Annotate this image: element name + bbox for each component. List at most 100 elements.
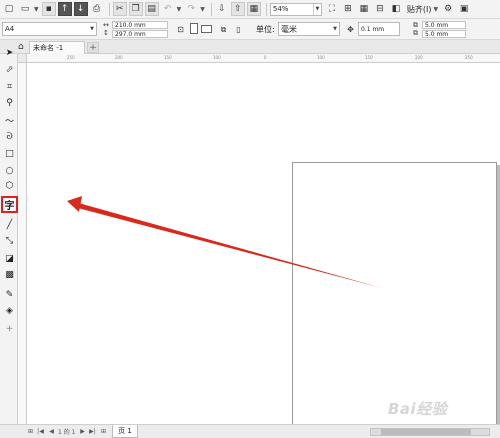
- snap-icon[interactable]: ◧: [389, 2, 403, 16]
- show-grid-icon[interactable]: ▦: [357, 2, 371, 16]
- add-page-before-icon[interactable]: ⊞: [26, 427, 35, 436]
- options-gear-icon[interactable]: ⚙: [441, 2, 455, 16]
- new-tab-plus-icon[interactable]: +: [87, 42, 99, 53]
- document-page[interactable]: [292, 162, 497, 438]
- chevron-down-icon: ▼: [312, 3, 321, 15]
- ruler-tick-label: 250: [67, 55, 75, 60]
- save-icon[interactable]: ▪: [41, 2, 56, 16]
- ruler-tick-label: 200: [415, 55, 423, 60]
- parallel-dimension-tool-icon[interactable]: ╱: [3, 218, 16, 231]
- application-launcher-icon[interactable]: ▣: [457, 2, 471, 16]
- print-icon[interactable]: ⎙: [90, 2, 104, 16]
- artistic-media-tool-icon[interactable]: ᘐ: [3, 130, 16, 143]
- all-pages-icon[interactable]: ⧉: [218, 24, 229, 35]
- ruler-tick-label: 200: [115, 55, 123, 60]
- horizontal-scrollbar[interactable]: [370, 428, 490, 436]
- full-screen-icon[interactable]: ⛶: [325, 2, 339, 16]
- rectangle-tool-icon[interactable]: □: [3, 147, 16, 160]
- show-guidelines-icon[interactable]: ⊟: [373, 2, 387, 16]
- ellipse-tool-icon[interactable]: ○: [3, 164, 16, 177]
- ruler-tick-label: 150: [164, 55, 172, 60]
- next-page-icon[interactable]: ▶: [78, 427, 87, 436]
- first-page-icon[interactable]: |◀: [36, 427, 45, 436]
- toolbox: ➤ ⬀ ⌗ ⚲ 〜 ᘐ □ ○ ⬡ 字 ╱ ⤡ ◪ ▩ ✎ ◈ +: [0, 48, 18, 424]
- document-tab-bar: ⌂ 未命名 -1 +: [0, 40, 500, 54]
- zoom-level-value: 54%: [272, 5, 289, 13]
- shape-tool-icon[interactable]: ⬀: [3, 63, 16, 76]
- units-select[interactable]: 毫米 ▼: [278, 22, 340, 36]
- undo-icon[interactable]: ↶: [161, 2, 175, 16]
- cloud-download-icon[interactable]: ↓: [73, 2, 88, 16]
- interactive-fill-tool-icon[interactable]: ◈: [3, 304, 16, 317]
- units-label: 单位:: [256, 25, 275, 34]
- previous-page-icon[interactable]: ◀: [47, 427, 56, 436]
- landscape-orientation-icon[interactable]: [201, 25, 212, 33]
- zoom-tool-icon[interactable]: ⚲: [3, 96, 16, 109]
- publish-pdf-icon[interactable]: ▦: [246, 2, 261, 16]
- drawing-canvas[interactable]: [27, 63, 500, 438]
- show-rulers-icon[interactable]: ⊞: [341, 2, 355, 16]
- page-navigator: ⊞ |◀ ◀ 1 的 1 ▶ ▶| ⊞ 页 1: [0, 424, 500, 438]
- watermark-logo: Bai经验: [388, 398, 447, 419]
- export-icon[interactable]: ⇧: [230, 2, 245, 16]
- paste-icon[interactable]: ▤: [144, 2, 159, 16]
- watermark-text: Bai经验: [388, 400, 448, 418]
- duplicate-y-value: 5.0 mm: [425, 30, 449, 38]
- pick-tool-icon[interactable]: ➤: [3, 46, 16, 59]
- paper-size-value: A4: [5, 25, 15, 33]
- connector-tool-icon[interactable]: ⤡: [3, 234, 16, 247]
- add-page-after-icon[interactable]: ⊞: [99, 427, 108, 436]
- chevron-down-icon: ▼: [90, 26, 94, 32]
- cut-icon[interactable]: ✂: [112, 2, 127, 16]
- ruler-tick-label: 100: [317, 55, 325, 60]
- toolbar-divider: [210, 2, 212, 16]
- tab-untitled-document[interactable]: 未命名 -1: [29, 41, 85, 54]
- duplicate-y-field[interactable]: 5.0 mm: [422, 30, 466, 38]
- ruler-origin[interactable]: [18, 54, 27, 63]
- current-page-icon[interactable]: ▯: [233, 24, 244, 35]
- horizontal-ruler[interactable]: 250 200 150 100 0 100 150 200 250: [27, 54, 500, 63]
- cloud-upload-icon[interactable]: ↑: [57, 2, 72, 16]
- toolbar-divider: [265, 2, 267, 16]
- page-height-value: 297.0 mm: [115, 30, 146, 38]
- open-recent-caret[interactable]: ▼: [34, 6, 39, 13]
- home-icon[interactable]: ⌂: [18, 42, 24, 52]
- redo-icon[interactable]: ↷: [184, 2, 198, 16]
- ruler-tick-label: 100: [213, 55, 221, 60]
- transparency-tool-icon[interactable]: ▩: [3, 268, 16, 281]
- nudge-distance-field[interactable]: 0.1 mm: [358, 22, 400, 36]
- page-height-field[interactable]: 297.0 mm: [112, 30, 168, 38]
- duplicate-x-value: 5.0 mm: [425, 21, 449, 29]
- page-1-tab[interactable]: 页 1: [112, 425, 138, 438]
- new-document-icon[interactable]: ▢: [2, 2, 16, 16]
- vertical-ruler[interactable]: [18, 63, 27, 424]
- redo-caret[interactable]: ▼: [200, 6, 205, 13]
- zoom-level-select[interactable]: 54% ▼: [269, 2, 322, 16]
- nudge-distance-value: 0.1 mm: [361, 25, 385, 33]
- drop-shadow-tool-icon[interactable]: ◪: [3, 252, 16, 265]
- quick-customize-plus-icon[interactable]: +: [3, 322, 16, 335]
- copy-icon[interactable]: ❐: [128, 2, 143, 16]
- page-width-value: 210.0 mm: [115, 21, 146, 29]
- lock-ratio-icon[interactable]: ⊡: [175, 24, 186, 35]
- paper-size-select[interactable]: A4 ▼: [2, 22, 97, 36]
- freehand-tool-icon[interactable]: 〜: [3, 114, 16, 127]
- duplicate-x-field[interactable]: 5.0 mm: [422, 21, 466, 29]
- polygon-tool-icon[interactable]: ⬡: [3, 179, 16, 192]
- last-page-icon[interactable]: ▶|: [88, 427, 97, 436]
- scrollbar-thumb[interactable]: [381, 429, 471, 435]
- portrait-orientation-icon[interactable]: [190, 23, 198, 34]
- page-width-field[interactable]: 210.0 mm: [112, 21, 168, 29]
- ruler-tick-label: 150: [365, 55, 373, 60]
- import-icon[interactable]: ⇩: [215, 2, 229, 16]
- open-folder-icon[interactable]: ▭: [18, 2, 32, 16]
- undo-caret[interactable]: ▼: [177, 6, 182, 13]
- toolbar-divider: [108, 2, 110, 16]
- crop-tool-icon[interactable]: ⌗: [3, 80, 16, 93]
- text-tool-glyph: 字: [4, 201, 15, 212]
- document-tab-label: 未命名 -1: [33, 44, 64, 52]
- snap-caret[interactable]: ▼: [433, 6, 438, 13]
- eyedropper-tool-icon[interactable]: ✎: [3, 288, 16, 301]
- snap-to-dropdown[interactable]: 贴齐(I): [407, 4, 432, 15]
- text-tool-icon[interactable]: 字: [1, 196, 18, 213]
